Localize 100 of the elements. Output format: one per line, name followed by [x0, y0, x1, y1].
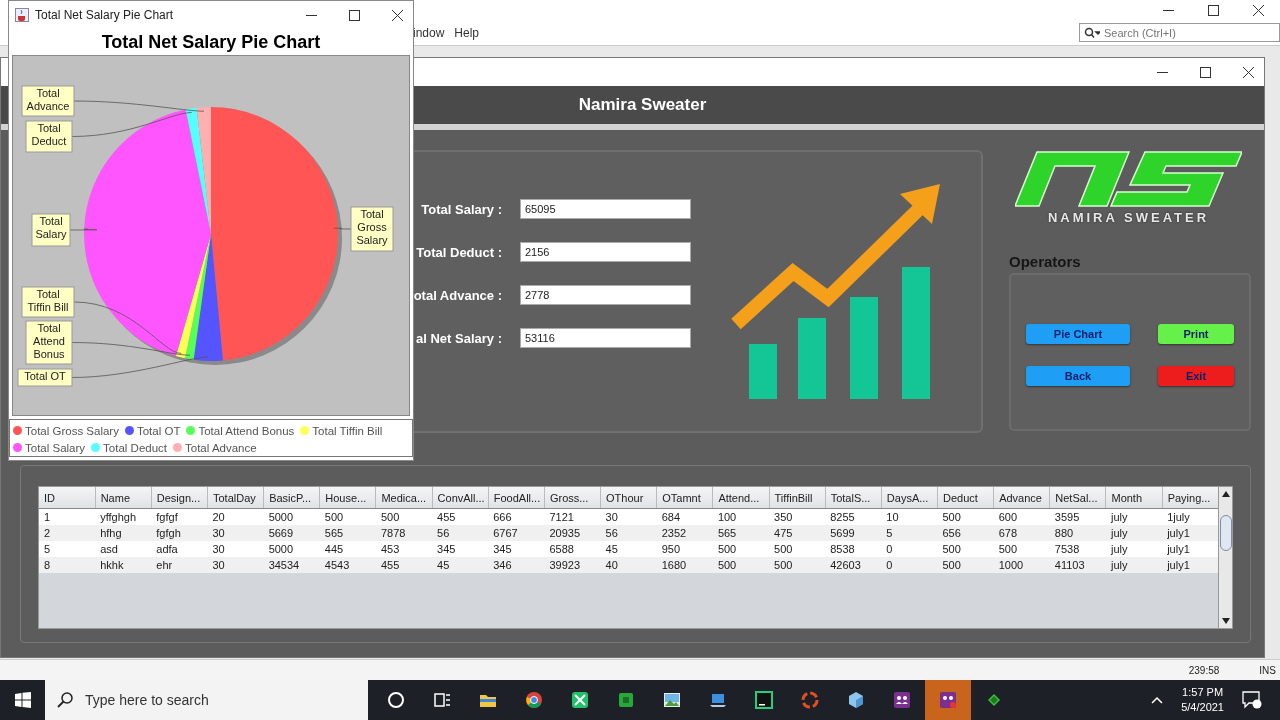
column-header[interactable]: BasicP... — [263, 487, 320, 509]
pie-label: Total Deduct — [25, 120, 73, 153]
field-label: Total Deduct : — [416, 244, 502, 260]
column-header[interactable]: Gross... — [544, 487, 601, 509]
maximize-icon[interactable] — [1200, 66, 1211, 78]
column-header[interactable]: Deduct — [937, 487, 994, 509]
app-header-title: Namira Sweater — [578, 95, 707, 115]
column-header[interactable]: OTamnt — [656, 487, 713, 509]
search-field[interactable]: Search (Ctrl+I) — [1104, 26, 1264, 39]
close-icon[interactable] — [1243, 66, 1254, 78]
task-view-icon[interactable] — [433, 691, 451, 709]
maximize-icon[interactable] — [1208, 4, 1219, 16]
column-header[interactable]: Month — [1105, 487, 1163, 509]
input-field[interactable]: 2778 — [520, 285, 691, 305]
ring-icon[interactable] — [801, 691, 819, 709]
slice-label: Total Gross Salary — [356, 208, 389, 246]
column-header[interactable]: NetSal... — [1049, 487, 1106, 509]
legend-label: Total Attend Bonus — [198, 424, 295, 437]
slice-label: Total Deduct — [31, 122, 67, 147]
column-header[interactable]: TiffinBill — [769, 487, 826, 509]
table-cell: 880 — [1049, 525, 1106, 541]
slice-label: Total Salary — [35, 215, 68, 240]
chevron-up-icon[interactable] — [1151, 696, 1164, 704]
scroll-down-icon[interactable] — [1221, 617, 1230, 625]
pie-label: Total Attend Bonus — [25, 320, 73, 365]
scroll-thumb[interactable] — [1219, 514, 1232, 551]
search-box[interactable]: Type here to search — [45, 680, 368, 720]
column-header[interactable]: Design... — [151, 487, 208, 509]
column-header[interactable]: House... — [319, 487, 376, 509]
column-header[interactable]: ID — [39, 487, 96, 509]
table-cell: 30 — [207, 525, 264, 541]
action-button[interactable]: Print — [1158, 324, 1234, 344]
photo-icon[interactable] — [663, 691, 681, 709]
table-cell: july1 — [1162, 525, 1218, 541]
column-header[interactable]: TotalS... — [825, 487, 882, 509]
clock-date[interactable]: 5/4/2021 — [1181, 700, 1224, 715]
circle-icon[interactable] — [387, 691, 405, 709]
close-icon[interactable] — [392, 9, 403, 21]
column-header[interactable]: Advance — [993, 487, 1050, 509]
table-cell: 445 — [319, 541, 376, 557]
table-cell: 41103 — [1049, 557, 1106, 573]
close-icon[interactable] — [1253, 4, 1264, 16]
input-field[interactable]: 53116 — [520, 328, 691, 348]
column-header[interactable]: Name — [95, 487, 152, 509]
table-cell: 56 — [600, 525, 657, 541]
column-header[interactable]: Paying... — [1162, 487, 1218, 509]
table-cell: fgfgh — [151, 525, 208, 541]
code-editor-icon[interactable] — [755, 691, 773, 709]
pie-label: Total OT — [17, 368, 73, 387]
table-cell: 500 — [769, 557, 826, 573]
menu-item[interactable]: Help — [454, 23, 480, 42]
graphic-bar — [749, 344, 777, 399]
clock-time[interactable]: 1:57 PM — [1182, 685, 1224, 700]
legend-label: Total OT — [136, 424, 181, 437]
cube-icon[interactable] — [847, 691, 865, 709]
input-field[interactable]: 2156 — [520, 242, 691, 262]
scroll-up-icon[interactable] — [1221, 490, 1230, 498]
search-box[interactable]: Search (Ctrl+I) — [1079, 23, 1280, 42]
table-cell: 45 — [432, 557, 489, 573]
app-icon[interactable] — [571, 691, 589, 709]
column-header[interactable]: Attend... — [712, 487, 770, 509]
column-header[interactable]: Medica... — [375, 487, 433, 509]
table-cell: 500 — [937, 557, 994, 573]
column-header[interactable]: ConvAll... — [432, 487, 489, 509]
meeting-icon[interactable] — [939, 691, 957, 709]
browser-icon[interactable] — [525, 691, 543, 709]
column-header[interactable]: TotalDay — [207, 487, 264, 509]
table-cell: 30 — [207, 541, 264, 557]
maximize-icon[interactable] — [349, 9, 360, 21]
table-cell: 656 — [937, 525, 994, 541]
table-cell: 42603 — [825, 557, 882, 573]
table-cell: 1680 — [656, 557, 713, 573]
menu-item[interactable]: indow — [413, 23, 445, 42]
table-cell: 40 — [600, 557, 657, 573]
cursor-position: 239:58 — [1188, 664, 1220, 676]
column-header[interactable]: OThour — [600, 487, 657, 509]
table-cell: hkhk — [95, 557, 152, 573]
column-header[interactable]: FoodAll... — [488, 487, 545, 509]
action-button[interactable]: Pie Chart — [1026, 324, 1130, 344]
search-field[interactable]: Type here to search — [83, 691, 347, 709]
notification-icon[interactable] — [1242, 691, 1262, 709]
meeting-icon[interactable] — [893, 691, 911, 709]
logo-text: NAMIRA SWEATER — [1047, 210, 1210, 225]
table-cell: 500 — [769, 541, 826, 557]
table-cell: 475 — [769, 525, 826, 541]
table-cell: 5669 — [263, 525, 320, 541]
table-cell: hfhg — [95, 525, 152, 541]
pie-label: Total Gross Salary — [350, 206, 394, 252]
column-header[interactable]: DaysA... — [881, 487, 938, 509]
windows-start-icon[interactable] — [14, 692, 31, 708]
pie-label: Total Advance — [21, 85, 75, 117]
pie-label: Total Salary — [31, 213, 71, 247]
slice-label: Total OT — [24, 370, 67, 382]
search-icon — [1084, 26, 1100, 39]
input-field[interactable]: 65095 — [520, 199, 691, 219]
scrollbar[interactable] — [1219, 486, 1233, 629]
laptop-icon[interactable] — [709, 691, 727, 709]
table-cell: adfa — [151, 541, 208, 557]
action-button[interactable]: Back — [1026, 366, 1130, 386]
table-cell: 30 — [207, 557, 264, 573]
